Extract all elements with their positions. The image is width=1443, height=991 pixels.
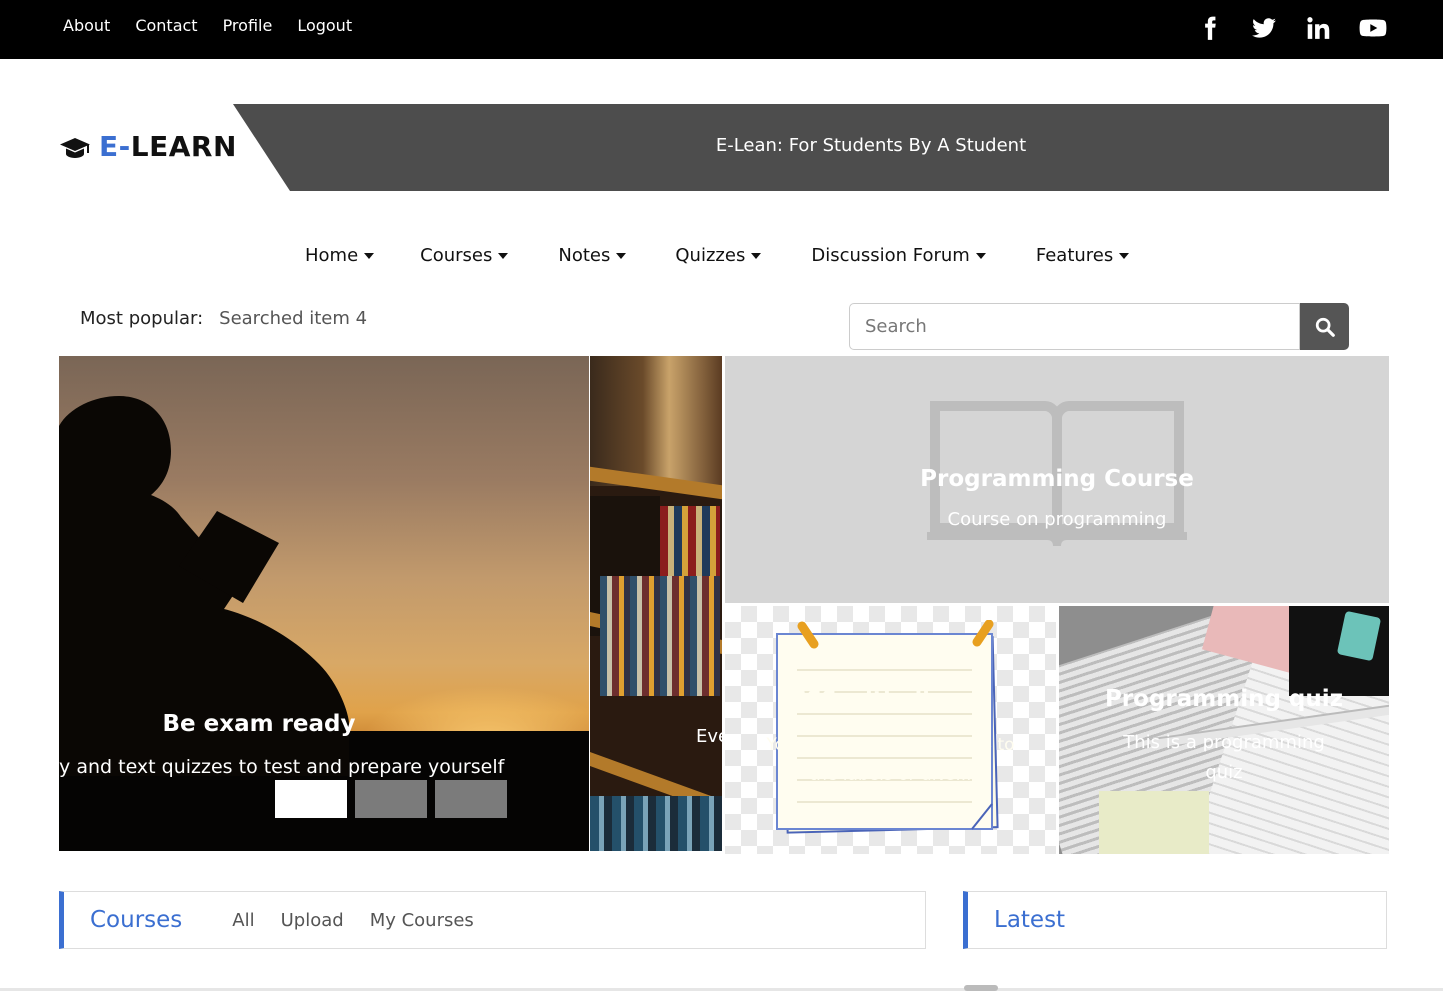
tile-title: Programming Course — [920, 466, 1194, 492]
tagline-banner: E-Lean: For Students By A Student — [233, 104, 1389, 191]
latest-panel-title: Latest — [994, 907, 1066, 933]
carousel-indicator-2[interactable] — [355, 780, 427, 818]
tile-programming-course[interactable]: Programming Course Course on programming — [725, 356, 1389, 603]
most-popular-link[interactable]: Searched item 4 — [219, 308, 367, 329]
caret-down-icon — [498, 252, 509, 259]
main-nav: Home Courses Notes Quizzes Discussion Fo… — [305, 245, 1130, 266]
nav-quizzes[interactable]: Quizzes — [675, 245, 762, 266]
tile-subtitle: Course on programming — [947, 509, 1167, 530]
search-input[interactable] — [849, 303, 1301, 350]
books — [590, 796, 722, 851]
courses-tabs: All Upload My Courses — [232, 910, 474, 931]
courses-panel-title: Courses — [90, 907, 183, 933]
caret-down-icon — [1119, 252, 1130, 259]
top-nav-logout[interactable]: Logout — [297, 16, 352, 35]
nav-features[interactable]: Features — [1036, 245, 1130, 266]
top-nav-profile[interactable]: Profile — [223, 16, 273, 35]
search-icon — [1315, 317, 1335, 337]
top-nav-about[interactable]: About — [63, 16, 110, 35]
tab-all[interactable]: All — [232, 910, 254, 931]
caret-down-icon — [616, 252, 627, 259]
bookshelf-image — [590, 356, 722, 486]
linkedin-icon[interactable] — [1305, 14, 1331, 42]
search-button[interactable] — [1300, 303, 1349, 350]
caret-down-icon — [975, 252, 986, 259]
tab-upload[interactable]: Upload — [281, 910, 344, 931]
tile-notes[interactable]: CSS with django You can add your own CSS… — [725, 606, 1056, 854]
graduation-cap-icon — [60, 137, 90, 158]
next-slide-caption: Eve — [696, 726, 722, 747]
books — [600, 576, 720, 696]
youtube-icon[interactable] — [1359, 14, 1387, 42]
top-nav-contact[interactable]: Contact — [135, 16, 197, 35]
tile-subtitle: This is a programming quiz — [1123, 732, 1325, 783]
hero-subtitle: dy and text quizzes to test and prepare … — [59, 756, 505, 778]
search-bar — [849, 303, 1349, 350]
nav-notes[interactable]: Notes — [558, 245, 627, 266]
most-popular: Most popular: Searched item 4 — [80, 308, 367, 329]
hero-carousel[interactable]: Be exam ready dy and text quizzes to tes… — [59, 356, 589, 851]
brand-name: E-LEARN — [99, 130, 237, 163]
courses-panel: Courses All Upload My Courses — [59, 891, 926, 949]
nav-home[interactable]: Home — [305, 245, 375, 266]
caret-down-icon — [751, 252, 762, 259]
nav-discussion-forum[interactable]: Discussion Forum — [811, 245, 986, 266]
carousel-indicator-3[interactable] — [435, 780, 507, 818]
carousel-indicator-1[interactable] — [275, 780, 347, 818]
hero-title: Be exam ready — [162, 711, 356, 737]
social-links — [1197, 14, 1387, 42]
nav-courses[interactable]: Courses — [420, 245, 509, 266]
tile-subtitle: You can add your own CSS to the labels o… — [766, 735, 1015, 785]
tagline-text: E-Lean: For Students By A Student — [715, 135, 1027, 156]
latest-panel: Latest — [963, 891, 1387, 949]
carousel-indicators — [275, 780, 507, 818]
brand-logo[interactable]: E-LEARN — [59, 130, 237, 163]
tab-my-courses[interactable]: My Courses — [370, 910, 474, 931]
scroll-handle[interactable] — [964, 985, 998, 991]
sticky-note — [1099, 791, 1209, 854]
twitter-icon[interactable] — [1251, 14, 1277, 42]
most-popular-label: Most popular: — [80, 308, 204, 329]
tile-title: CSS with django — [789, 688, 992, 713]
tile-title: Programming quiz — [1104, 686, 1344, 712]
facebook-icon[interactable] — [1197, 14, 1223, 42]
top-bar: About Contact Profile Logout — [0, 0, 1443, 59]
caret-down-icon — [364, 252, 375, 259]
top-nav: About Contact Profile Logout — [63, 16, 352, 35]
hero-next-slide[interactable]: Eve — [590, 356, 722, 851]
tile-programming-quiz[interactable]: Programming quiz This is a programming q… — [1059, 606, 1389, 854]
